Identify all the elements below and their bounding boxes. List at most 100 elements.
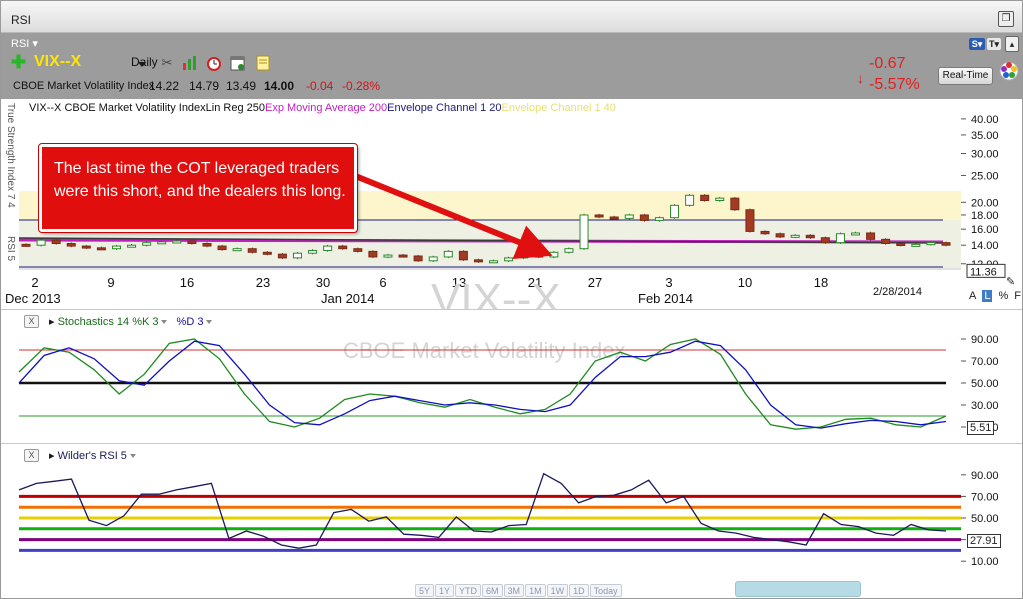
window-title: RSI: [11, 13, 32, 27]
candle: [232, 248, 242, 252]
candle: [338, 245, 348, 250]
month-label: Feb 2014: [638, 291, 693, 306]
quote-low: 13.49: [226, 79, 257, 93]
price-legend-item[interactable]: Envelope Channel 1 20: [387, 102, 501, 114]
candle: [111, 245, 121, 250]
month-label: Jan 2014: [321, 291, 375, 306]
candle: [202, 243, 212, 247]
side-label-tsi: True Strength Index 7 4: [5, 103, 16, 208]
stoch-last-value: 5.51: [967, 421, 995, 435]
candle: [820, 237, 830, 244]
candle: [881, 238, 891, 245]
candle: [790, 234, 800, 238]
pencil-icon[interactable]: ✎: [1006, 275, 1019, 288]
range-button[interactable]: 1D: [569, 584, 589, 597]
range-button[interactable]: 1Y: [435, 584, 455, 597]
rsi-levels: [19, 494, 961, 552]
date-tick-label: 27: [588, 275, 602, 290]
text-dropdown-icon[interactable]: T▾: [987, 38, 1001, 50]
candle: [21, 243, 31, 247]
price-y-tick-label: 14.00: [971, 240, 999, 252]
s-dropdown-icon[interactable]: S▾: [969, 38, 985, 50]
stoch-y-tick-label: 30.00: [971, 400, 999, 412]
candle: [896, 243, 906, 247]
range-button[interactable]: YTD: [455, 584, 482, 597]
price-last-value: 11.36: [970, 266, 997, 278]
add-symbol-icon[interactable]: ✚: [11, 53, 26, 71]
big-change-block: -0.67 -5.57%: [869, 53, 920, 95]
date-tick-label: 6: [379, 275, 386, 290]
candle: [670, 204, 680, 219]
range-button[interactable]: 1W: [546, 584, 569, 597]
notes-icon[interactable]: [255, 55, 271, 71]
stoch-k-legend[interactable]: Stochastics 14 %K 3: [58, 316, 159, 328]
candle: [489, 260, 499, 264]
alarm-clock-icon[interactable]: [206, 55, 222, 71]
stoch-y-axis: 90.0070.0050.0030.0010.00: [961, 334, 999, 434]
price-y-tick-label: 20.00: [971, 197, 999, 209]
rsi-legend-label[interactable]: Wilder's RSI 5: [58, 450, 127, 462]
bar-chart-icon[interactable]: [182, 55, 198, 71]
candle: [926, 242, 936, 246]
chevron-down-icon[interactable]: [138, 62, 146, 67]
quote-open: 14.22: [149, 79, 180, 93]
candle: [851, 232, 861, 236]
range-button[interactable]: 6M: [482, 584, 503, 597]
candle: [715, 197, 725, 201]
chart-style-menu[interactable]: RSI ▾: [11, 37, 38, 50]
crosshair-icon[interactable]: ✂: [159, 55, 175, 71]
range-button[interactable]: Today: [589, 584, 622, 597]
price-legend-item[interactable]: Lin Reg 250: [206, 102, 265, 114]
range-buttons: 5Y 1Y YTD 6M 3M 1M 1W 1D Today: [415, 584, 623, 598]
realtime-button[interactable]: Real-Time: [938, 67, 993, 85]
price-legend-item[interactable]: Envelope Channel 1 40: [501, 102, 615, 114]
scale-option-log[interactable]: L: [982, 290, 993, 302]
rsi-y-tick-label: 50.00: [971, 513, 999, 525]
rsi-line: [18, 472, 947, 549]
close-rsi-icon[interactable]: X: [24, 449, 39, 462]
scale-option-fixed[interactable]: F: [1014, 290, 1021, 302]
candle: [36, 239, 46, 246]
restore-window-icon[interactable]: ❐: [998, 11, 1014, 27]
candle: [609, 216, 619, 220]
candle: [217, 245, 227, 251]
close-stochastics-icon[interactable]: X: [24, 315, 39, 328]
candle: [157, 241, 167, 245]
quote-name: CBOE Market Volatility Index: [13, 80, 155, 92]
callout-text: The last time the COT leveraged traders …: [54, 160, 346, 200]
scale-option-auto[interactable]: A: [969, 290, 976, 302]
candle: [745, 209, 755, 232]
rsi-legend: ▸ Wilder's RSI 5: [49, 449, 142, 462]
candle: [639, 214, 649, 221]
quote-change-pct: -0.28%: [342, 79, 381, 93]
timeline-scroll-thumb[interactable]: [735, 581, 861, 597]
price-y-axis: 40.00 35.00 30.00 25.00 20.0018.00 16.00 14.00…: [961, 114, 1006, 278]
candle: [51, 239, 61, 245]
candle: [866, 232, 876, 240]
candle: [654, 217, 664, 221]
date-tick-label: 9: [107, 275, 114, 290]
range-button[interactable]: 1M: [525, 584, 546, 597]
price-legend-item[interactable]: Exp Moving Average 200: [265, 102, 387, 114]
collapse-icon[interactable]: ▴: [1005, 36, 1019, 52]
scale-option-percent[interactable]: %: [998, 290, 1008, 302]
symbol-input[interactable]: VIX--X: [34, 53, 81, 71]
price-y-tick-label: 35.00: [971, 130, 999, 142]
date-tick-label: 10: [738, 275, 752, 290]
rsi-panel: 90.0070.0050.0030.0010.00 X ▸ Wilder's R…: [1, 443, 1022, 581]
candle: [96, 247, 106, 251]
month-label: Dec 2013: [5, 291, 61, 306]
color-wheel-icon[interactable]: [998, 60, 1020, 82]
rsi-y-tick-label: 10.00: [971, 556, 999, 568]
stoch-y-tick-label: 50.00: [971, 378, 999, 390]
candle: [941, 242, 951, 246]
candle: [247, 248, 257, 253]
range-button[interactable]: 3M: [503, 584, 525, 597]
price-legend-item[interactable]: VIX--X CBOE Market Volatility Index: [29, 102, 206, 114]
calendar-icon[interactable]: [230, 55, 246, 71]
stochastics-panel: CBOE Market Volatility Index 90.00 70.00 5…: [1, 309, 1022, 443]
stoch-y-tick-label: 70.00: [971, 356, 999, 368]
price-y-tick-label: 16.00: [971, 224, 999, 236]
stoch-d-legend[interactable]: %D 3: [177, 316, 204, 328]
range-button[interactable]: 5Y: [415, 584, 435, 597]
